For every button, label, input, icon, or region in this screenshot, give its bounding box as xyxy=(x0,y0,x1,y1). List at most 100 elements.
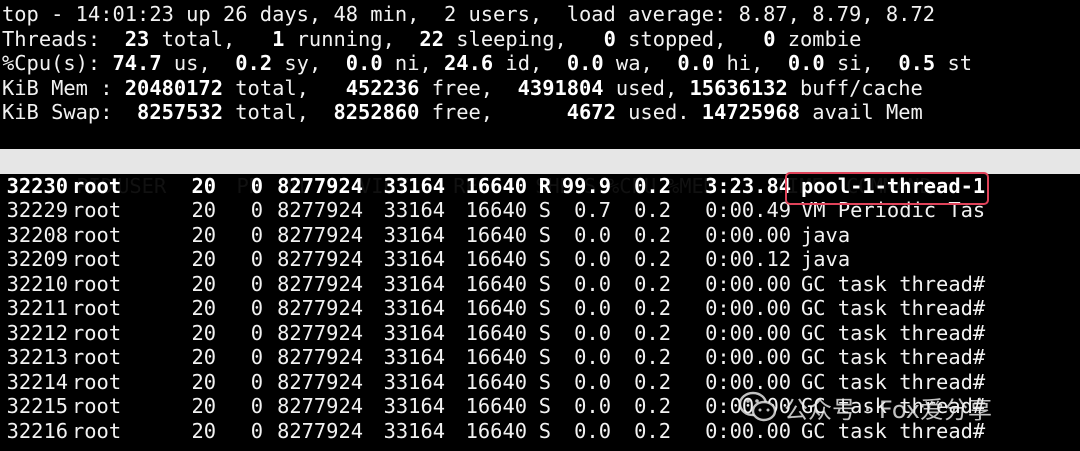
cell-user: root xyxy=(72,296,122,320)
cell-pr: 20 xyxy=(191,369,216,394)
wechat-icon xyxy=(738,391,777,422)
cell-user: root xyxy=(72,173,122,198)
cell-res: 33164 xyxy=(383,394,445,418)
cell-cpu: 0.0 xyxy=(574,296,611,320)
table-row[interactable]: 32212 root 20 0 8277924 33164 16640 S 0.0 0.2 0:00… xyxy=(2,321,1078,346)
summary-value: 24.6 xyxy=(444,51,494,75)
cpu-line: %Cpu(s): 74.7 us, 0.2 sy, 0.0 ni, 24.6 i… xyxy=(2,51,1078,76)
summary-label: total, xyxy=(222,100,334,124)
cell-s: R xyxy=(538,173,551,198)
cell-res: 33164 xyxy=(383,418,445,443)
summary-label: total, xyxy=(149,26,273,51)
cell-pid: 32212 xyxy=(6,320,68,345)
cell-ni: 0 xyxy=(250,271,263,296)
cell-ni: 0 xyxy=(250,394,263,418)
cell-cpu: 0.0 xyxy=(574,320,611,345)
cell-s: S xyxy=(538,222,551,247)
summary-label: %Cpu(s): xyxy=(2,51,113,75)
summary-label: hi, xyxy=(714,51,788,75)
table-row[interactable]: 32213 root 20 0 8277924 33164 16640 S 0.0 0.2 0:00… xyxy=(2,345,1078,370)
cell-time: 0:00.00 xyxy=(705,222,791,247)
process-table-header: PID USER PR NI VIRT RES SHR S %CPU %MEM TIME+ COMMA… xyxy=(0,149,1080,198)
cell-shr: 16640 xyxy=(465,173,527,198)
cell-shr: 16640 xyxy=(465,222,527,247)
summary-value: 0.0 xyxy=(787,51,825,75)
summary-label: sleeping, xyxy=(443,26,604,51)
cell-time: 3:23.84 xyxy=(705,173,791,198)
summary-value: 4672 xyxy=(566,100,616,124)
cell-res: 33164 xyxy=(383,222,445,247)
summary-value: 14725968 xyxy=(701,100,801,124)
threads-line: Threads: 23 total, 1 running, 22 sleepin… xyxy=(2,27,1078,52)
cell-cpu: 0.0 xyxy=(574,271,611,296)
cell-mem: 0.2 xyxy=(634,320,671,345)
summary-label: ni, xyxy=(382,51,445,75)
cell-pid: 32210 xyxy=(6,271,68,296)
cell-command: GC task thread# xyxy=(801,320,986,345)
table-row[interactable]: 32210 root 20 0 8277924 33164 16640 S 0.0 0.2 0:00… xyxy=(2,272,1078,297)
cell-time: 0:00.00 xyxy=(705,345,791,369)
cell-time: 0:00.12 xyxy=(705,247,791,271)
cell-pr: 20 xyxy=(191,394,216,418)
cell-pid: 32213 xyxy=(6,345,68,369)
cell-user: root xyxy=(72,320,122,345)
cell-pid: 32214 xyxy=(6,369,68,394)
cell-user: root xyxy=(72,222,122,247)
summary-value: 0.0 xyxy=(345,51,383,75)
summary-label: st xyxy=(935,51,973,75)
cell-res: 33164 xyxy=(383,345,445,369)
summary-value: 0 xyxy=(603,26,616,51)
table-row[interactable]: 32208 root 20 0 8277924 33164 16640 S 0.0 0.2 0:00… xyxy=(2,223,1078,248)
cell-res: 33164 xyxy=(383,173,445,198)
cell-res: 33164 xyxy=(383,320,445,345)
summary-value: 22 xyxy=(419,26,444,51)
cell-s: S xyxy=(538,394,551,418)
cell-mem: 0.2 xyxy=(634,271,671,296)
cell-user: root xyxy=(72,369,122,394)
cell-pid: 32211 xyxy=(6,296,68,320)
cell-shr: 16640 xyxy=(465,394,527,418)
cell-pr: 20 xyxy=(191,320,216,345)
summary-value: 0.0 xyxy=(677,51,715,75)
cell-cpu: 0.0 xyxy=(574,345,611,369)
cell-pr: 20 xyxy=(191,198,216,222)
cell-pr: 20 xyxy=(191,247,216,271)
table-row[interactable]: 32209 root 20 0 8277924 33164 16640 S 0.0 0.2 0:00… xyxy=(2,247,1078,272)
cell-time: 0:00.49 xyxy=(705,198,791,222)
cell-mem: 0.2 xyxy=(634,369,671,394)
cell-pr: 20 xyxy=(191,418,216,443)
cell-s: S xyxy=(538,369,551,394)
cell-cpu: 99.9 xyxy=(561,173,611,198)
summary-label: used, xyxy=(603,75,690,100)
cell-pr: 20 xyxy=(191,271,216,296)
summary-value: 0.0 xyxy=(566,51,604,75)
cell-pr: 20 xyxy=(191,173,216,198)
cell-shr: 16640 xyxy=(465,345,527,369)
cell-cpu: 0.0 xyxy=(574,247,611,271)
cell-shr: 16640 xyxy=(465,198,527,222)
cell-virt: 8277924 xyxy=(277,247,363,271)
cell-pid: 32230 xyxy=(6,173,68,198)
table-row[interactable]: 32211 root 20 0 8277924 33164 16640 S 0.0 0.2 0:00… xyxy=(2,296,1078,321)
cell-mem: 0.2 xyxy=(634,222,671,247)
cell-user: root xyxy=(72,198,122,222)
uptime-line: top - 14:01:23 up 26 days, 48 min, 2 use… xyxy=(2,2,935,26)
cell-mem: 0.2 xyxy=(634,173,671,198)
summary-label: KiB Swap: xyxy=(2,100,138,124)
cell-user: root xyxy=(72,247,122,271)
cell-time: 0:00.00 xyxy=(705,296,791,320)
cell-s: S xyxy=(538,247,551,271)
summary-label: us, xyxy=(161,51,236,75)
summary-label: si, xyxy=(824,51,899,75)
summary-value: 452236 xyxy=(345,75,420,100)
cell-pid: 32208 xyxy=(6,222,68,247)
cell-ni: 0 xyxy=(250,198,263,222)
summary-label: buff/cache xyxy=(787,75,923,100)
cell-pr: 20 xyxy=(191,296,216,320)
cell-ni: 0 xyxy=(250,345,263,369)
cell-ni: 0 xyxy=(250,418,263,443)
cell-pid: 32229 xyxy=(6,198,68,222)
summary-label: total, xyxy=(222,75,346,100)
cell-s: S xyxy=(538,198,551,222)
